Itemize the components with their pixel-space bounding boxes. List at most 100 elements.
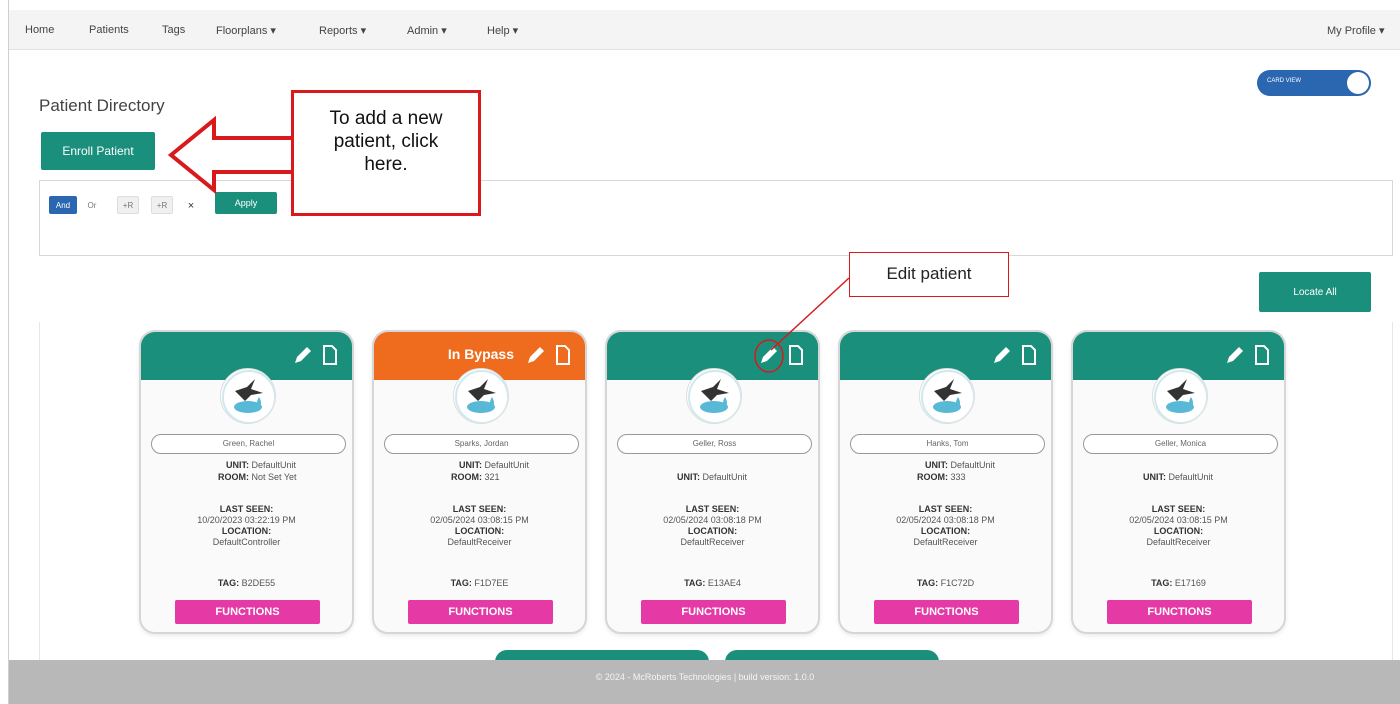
- tag-label: TAG:: [1151, 578, 1173, 588]
- tag-value: E13AE4: [707, 578, 741, 588]
- last-seen-label: LAST SEEN:: [219, 504, 274, 514]
- tag-row: TAG: E13AE4: [607, 578, 818, 589]
- card-view-toggle[interactable]: CARD VIEW: [1257, 70, 1371, 96]
- tag-label: TAG:: [217, 578, 240, 588]
- last-seen-value: 02/05/2024 03:08:15 PM: [430, 515, 529, 525]
- location-value: DefaultReceiver: [913, 537, 978, 547]
- unit-label: UNIT:: [459, 460, 482, 470]
- unit-value: DefaultUnit: [950, 460, 996, 470]
- page-title: Patient Directory: [39, 96, 165, 115]
- room-row: ROOM: 321: [438, 472, 500, 483]
- location-label: LOCATION:: [454, 526, 505, 536]
- functions-button[interactable]: FUNCTIONS: [408, 600, 553, 624]
- patient-name: Hanks, Tom: [850, 434, 1045, 454]
- nav-patients[interactable]: Patients: [89, 24, 129, 36]
- last-seen-block: LAST SEEN: 02/05/2024 03:08:18 PM LOCATI…: [607, 504, 818, 548]
- unit-label: UNIT:: [677, 472, 700, 482]
- document-icon[interactable]: [1254, 344, 1270, 366]
- edit-pencil-icon[interactable]: [525, 344, 547, 366]
- last-seen-label: LAST SEEN:: [685, 504, 740, 514]
- last-seen-block: LAST SEEN: 02/05/2024 03:08:15 PM LOCATI…: [1073, 504, 1284, 548]
- add-patient-callout: To add a new patient, click here.: [291, 90, 481, 216]
- mychild-logo: [919, 368, 975, 424]
- tag-value: B2DE55: [241, 578, 276, 588]
- unit-row: UNIT: DefaultUnit: [205, 460, 296, 471]
- edit-callout-pointer: [754, 277, 850, 373]
- functions-button[interactable]: FUNCTIONS: [175, 600, 320, 624]
- tag-row: TAG: F1D7EE: [374, 578, 585, 589]
- last-seen-label: LAST SEEN:: [452, 504, 507, 514]
- last-seen-value: 02/05/2024 03:08:18 PM: [896, 515, 995, 525]
- patient-card[interactable]: In Bypass Sparks, Jordan UNIT: DefaultUn…: [372, 330, 587, 634]
- mychild-logo: [1152, 368, 1208, 424]
- location-label: LOCATION:: [1153, 526, 1204, 536]
- last-seen-value: 02/05/2024 03:08:15 PM: [1129, 515, 1228, 525]
- document-icon[interactable]: [555, 344, 571, 366]
- enroll-patient-button[interactable]: Enroll Patient: [41, 132, 155, 170]
- patient-card[interactable]: Hanks, Tom UNIT: DefaultUnit ROOM: 333 L…: [838, 330, 1053, 634]
- filter-or-chip[interactable]: Or: [81, 196, 103, 214]
- toggle-knob: [1347, 72, 1369, 94]
- last-seen-block: LAST SEEN: 02/05/2024 03:08:18 PM LOCATI…: [840, 504, 1051, 548]
- room-value: Not Set Yet: [251, 472, 297, 482]
- patient-card[interactable]: Geller, Monica UNIT: DefaultUnit LAST SE…: [1071, 330, 1286, 634]
- functions-button[interactable]: FUNCTIONS: [1107, 600, 1252, 624]
- room-label: ROOM:: [917, 472, 948, 482]
- patient-name: Geller, Monica: [1083, 434, 1278, 454]
- callout-line: To add a new: [329, 108, 443, 129]
- edit-pencil-icon[interactable]: [1224, 344, 1246, 366]
- mychild-logo: [453, 368, 509, 424]
- nav-help[interactable]: Help ▾: [487, 24, 518, 37]
- edit-patient-callout: Edit patient: [849, 252, 1009, 297]
- location-label: LOCATION:: [687, 526, 738, 536]
- functions-button[interactable]: FUNCTIONS: [874, 600, 1019, 624]
- footer: © 2024 - McRoberts Technologies | build …: [9, 660, 1400, 704]
- unit-label: UNIT:: [925, 460, 948, 470]
- functions-button[interactable]: FUNCTIONS: [641, 600, 786, 624]
- callout-arrow-icon: [167, 115, 296, 195]
- nav-my-profile[interactable]: My Profile ▾: [1327, 24, 1384, 37]
- tag-label: TAG:: [916, 578, 939, 588]
- tag-label: TAG:: [450, 578, 472, 588]
- tag-value: E17169: [1174, 578, 1206, 588]
- filter-add-rule-chip[interactable]: +R: [117, 196, 139, 214]
- edit-pencil-icon[interactable]: [292, 344, 314, 366]
- room-value: 333: [950, 472, 966, 482]
- tag-row: TAG: E17169: [1073, 578, 1284, 589]
- unit-row: UNIT: DefaultUnit: [1143, 472, 1213, 483]
- patient-card[interactable]: Green, Rachel UNIT: DefaultUnit ROOM: No…: [139, 330, 354, 634]
- edit-pencil-icon[interactable]: [991, 344, 1013, 366]
- nav-admin[interactable]: Admin ▾: [407, 24, 447, 37]
- tag-row: TAG: B2DE55: [141, 578, 352, 589]
- nav-home[interactable]: Home: [25, 24, 54, 36]
- room-label: ROOM:: [218, 472, 249, 482]
- nav-reports[interactable]: Reports ▾: [319, 24, 366, 37]
- unit-row: UNIT: DefaultUnit: [904, 460, 995, 471]
- location-value: DefaultReceiver: [447, 537, 512, 547]
- locate-all-button[interactable]: Locate All: [1259, 272, 1371, 312]
- document-icon[interactable]: [322, 344, 338, 366]
- unit-label: UNIT:: [226, 460, 249, 470]
- location-value: DefaultController: [212, 537, 281, 547]
- unit-value: DefaultUnit: [1168, 472, 1214, 482]
- last-seen-label: LAST SEEN:: [918, 504, 973, 514]
- room-row: ROOM: 333: [904, 472, 966, 483]
- filter-and-chip[interactable]: And: [49, 196, 77, 214]
- callout-line: patient, click: [333, 131, 439, 152]
- location-label: LOCATION:: [221, 526, 272, 536]
- unit-value: DefaultUnit: [702, 472, 748, 482]
- location-value: DefaultReceiver: [680, 537, 745, 547]
- last-seen-block: LAST SEEN: 02/05/2024 03:08:15 PM LOCATI…: [374, 504, 585, 548]
- unit-value: DefaultUnit: [251, 460, 297, 470]
- app-frame: Home Patients Tags Floorplans ▾ Reports …: [8, 0, 1400, 704]
- room-label: ROOM:: [451, 472, 482, 482]
- mychild-logo: [686, 368, 742, 424]
- card-view-toggle-label: CARD VIEW: [1267, 78, 1302, 84]
- room-value: 321: [484, 472, 500, 482]
- unit-label: UNIT:: [1143, 472, 1166, 482]
- nav-floorplans[interactable]: Floorplans ▾: [216, 24, 276, 37]
- patient-name: Green, Rachel: [151, 434, 346, 454]
- nav-tags[interactable]: Tags: [162, 24, 185, 36]
- tag-value: F1C72D: [940, 578, 975, 588]
- document-icon[interactable]: [1021, 344, 1037, 366]
